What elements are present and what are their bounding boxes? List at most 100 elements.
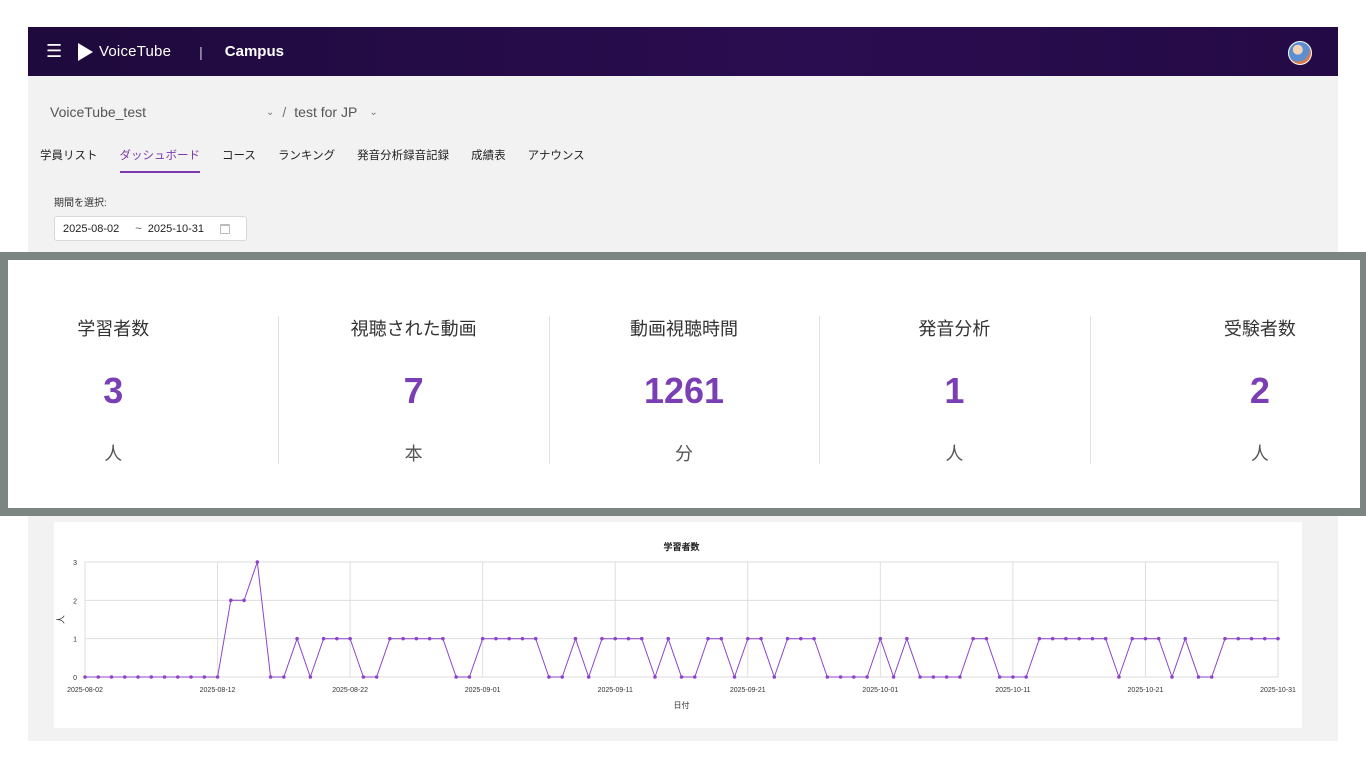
data-point bbox=[242, 598, 246, 603]
data-point bbox=[427, 636, 432, 641]
data-point bbox=[785, 636, 790, 641]
data-point bbox=[639, 636, 644, 641]
data-point bbox=[175, 675, 180, 679]
data-point bbox=[759, 636, 763, 641]
data-point bbox=[1223, 636, 1227, 641]
data-point bbox=[852, 675, 856, 679]
data-point bbox=[1236, 636, 1241, 641]
data-point bbox=[878, 636, 883, 641]
calendar-icon[interactable] bbox=[220, 223, 230, 234]
stat-label: 学習者数 bbox=[77, 319, 150, 339]
tab-student-list[interactable]: 学員リスト bbox=[40, 147, 98, 173]
course-selector[interactable]: test for JP bbox=[294, 104, 357, 120]
stat-label: 発音分析 bbox=[918, 319, 991, 339]
data-point bbox=[441, 636, 445, 641]
date-range-picker[interactable]: 2025-08-02 ~ 2025-10-31 bbox=[54, 216, 247, 241]
data-point bbox=[520, 636, 525, 641]
x-tick-label: 2025-10-31 bbox=[1260, 687, 1296, 694]
data-point bbox=[83, 675, 87, 679]
data-point bbox=[480, 636, 485, 641]
data-point bbox=[96, 675, 101, 679]
data-point bbox=[1183, 636, 1188, 641]
data-point bbox=[1262, 636, 1267, 641]
x-tick-label: 2025-09-21 bbox=[730, 687, 766, 694]
data-point bbox=[1196, 675, 1201, 679]
brand-name: VoiceTube bbox=[99, 43, 172, 60]
data-point bbox=[533, 636, 538, 641]
tab-pronunciation-records[interactable]: 発音分析録音記録 bbox=[357, 147, 449, 173]
x-tick-label: 2025-10-11 bbox=[995, 687, 1030, 694]
learners-chart-card: 0 1 2 3 2025-08-02 2025-08-12 2025-08-22 2025-0… bbox=[54, 522, 1302, 728]
data-point bbox=[229, 598, 233, 603]
stat-examinees: 受験者数 2 人 bbox=[1089, 260, 1360, 508]
stat-videos-watched: 視聴された動画 7 本 bbox=[278, 260, 548, 508]
data-point bbox=[1077, 636, 1081, 641]
data-point bbox=[162, 675, 167, 679]
data-point bbox=[189, 675, 193, 679]
data-point bbox=[772, 675, 777, 679]
data-point bbox=[653, 675, 657, 679]
tab-courses[interactable]: コース bbox=[222, 147, 256, 173]
chart-title: 学習者数 bbox=[663, 541, 700, 553]
x-tick-label: 2025-09-11 bbox=[598, 687, 633, 694]
data-point bbox=[295, 636, 299, 641]
tab-dashboard[interactable]: ダッシュボード bbox=[119, 147, 200, 173]
menu-icon[interactable]: ☰ bbox=[46, 41, 68, 62]
stat-watch-time: 動画視聴時間 1261 分 bbox=[548, 260, 819, 508]
stat-value: 1261 bbox=[643, 370, 725, 411]
data-point bbox=[1064, 636, 1068, 641]
data-point bbox=[215, 675, 220, 679]
tab-grades[interactable]: 成績表 bbox=[471, 147, 506, 173]
data-point bbox=[1011, 675, 1015, 679]
data-point bbox=[335, 636, 339, 641]
data-point bbox=[1024, 675, 1028, 679]
stat-value: 7 bbox=[403, 370, 424, 411]
start-date[interactable]: 2025-08-02 bbox=[63, 223, 119, 235]
data-point bbox=[1156, 636, 1161, 641]
stat-value: 3 bbox=[103, 370, 124, 411]
stat-unit: 人 bbox=[1250, 444, 1269, 464]
data-point bbox=[1249, 636, 1254, 641]
user-avatar[interactable] bbox=[1288, 41, 1312, 65]
data-point bbox=[1170, 675, 1174, 679]
stats-panel: 学習者数 3 人 視聴された動画 7 本 動画視聴時間 1261 分 発音分析 … bbox=[8, 260, 1360, 508]
data-point bbox=[613, 636, 618, 641]
voicetube-logo[interactable]: VoiceTube bbox=[78, 42, 172, 61]
data-point bbox=[308, 675, 313, 679]
data-point bbox=[560, 675, 564, 679]
data-point bbox=[109, 675, 114, 679]
data-point bbox=[666, 636, 671, 641]
data-point bbox=[1276, 636, 1280, 641]
stat-label: 動画視聴時間 bbox=[630, 319, 739, 339]
data-point bbox=[507, 636, 511, 641]
data-point bbox=[891, 675, 896, 679]
chevron-down-icon[interactable]: ⌄ bbox=[266, 107, 274, 118]
data-point bbox=[971, 636, 975, 641]
tab-announcements[interactable]: アナウンス bbox=[528, 147, 585, 173]
breadcrumb-separator: / bbox=[282, 104, 287, 120]
data-point bbox=[905, 636, 909, 641]
data-point bbox=[799, 636, 803, 641]
data-point bbox=[388, 636, 392, 641]
data-point bbox=[984, 636, 989, 641]
data-point bbox=[573, 636, 578, 641]
stat-value: 2 bbox=[1249, 370, 1270, 411]
y-tick-label: 0 bbox=[73, 675, 77, 682]
data-point bbox=[997, 675, 1002, 679]
y-tick-label: 1 bbox=[73, 637, 77, 644]
data-point bbox=[348, 636, 352, 641]
organization-selector[interactable]: VoiceTube_test bbox=[50, 104, 266, 120]
data-point bbox=[1103, 636, 1108, 641]
header-separator: | bbox=[199, 43, 203, 60]
data-point bbox=[692, 675, 697, 679]
stat-unit: 人 bbox=[104, 444, 123, 464]
chevron-down-icon[interactable]: ⌄ bbox=[369, 107, 377, 118]
data-point bbox=[838, 675, 843, 679]
learners-line-chart: 0 1 2 3 2025-08-02 2025-08-12 2025-08-22 2025-0… bbox=[56, 541, 1296, 710]
data-point bbox=[586, 675, 591, 679]
stat-label: 受験者数 bbox=[1223, 319, 1296, 339]
stat-value: 1 bbox=[944, 370, 965, 411]
tab-ranking[interactable]: ランキング bbox=[278, 147, 335, 173]
y-tick-label: 3 bbox=[73, 560, 77, 567]
end-date[interactable]: 2025-10-31 bbox=[148, 223, 204, 235]
